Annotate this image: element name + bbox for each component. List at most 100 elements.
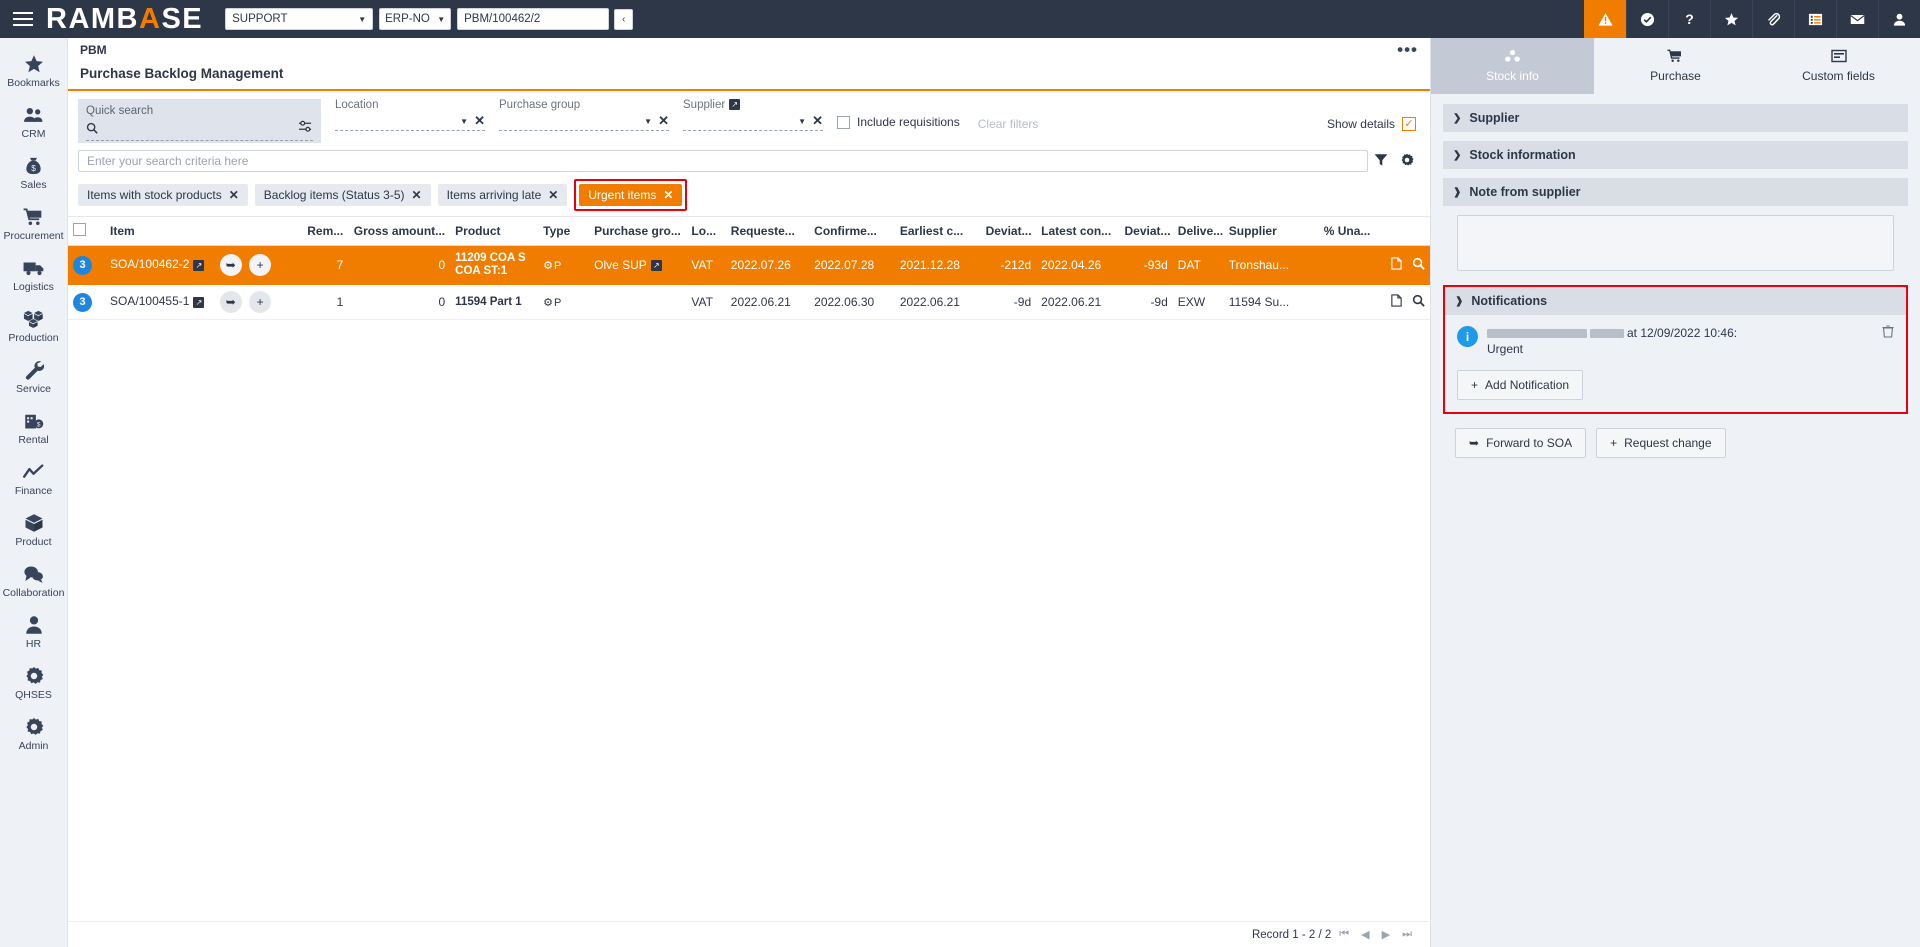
sidebar-item-admin[interactable]: Admin [0, 709, 67, 760]
row-purchase-group-cell[interactable]: Olve SUP↗ [589, 246, 686, 285]
row-product-cell[interactable]: 11209 COA S COA ST:1 [450, 246, 538, 285]
sidebar-item-bookmarks[interactable]: Bookmarks [0, 46, 67, 97]
request-change-button[interactable]: + Request change [1596, 428, 1725, 458]
table-row[interactable]: 3 SOA/100455-1↗ ➥ + 1 0 11594 Part 1 [68, 285, 1430, 320]
col-remaining[interactable]: Rem... [300, 217, 349, 246]
row-item-cell[interactable]: SOA/100455-1 ↗ ➥ + [105, 285, 300, 320]
open-external-icon[interactable]: ↗ [193, 260, 204, 271]
sidebar-item-service[interactable]: Service [0, 352, 67, 403]
close-icon[interactable]: ✕ [548, 188, 558, 202]
col-deviation-2[interactable]: Deviat... [1120, 217, 1173, 246]
col-percent-unavailable[interactable]: % Una... [1319, 217, 1430, 246]
breadcrumb[interactable]: PBM [80, 43, 107, 57]
alert-icon[interactable] [1584, 0, 1626, 38]
item-link[interactable]: SOA/100455-1 [110, 294, 189, 308]
chevron-down-icon[interactable]: ▼ [460, 117, 468, 126]
sidebar-item-finance[interactable]: Finance [0, 454, 67, 505]
col-delivery-terms[interactable]: Delive... [1173, 217, 1224, 246]
search-settings-icon[interactable] [298, 120, 313, 138]
col-supplier[interactable]: Supplier [1224, 217, 1319, 246]
hamburger-menu-icon[interactable] [0, 0, 46, 38]
col-item[interactable]: Item [105, 217, 300, 246]
col-latest-confirmed[interactable]: Latest con... [1036, 217, 1119, 246]
row-item-cell[interactable]: SOA/100462-2 ↗ ➥ + [105, 246, 300, 285]
show-details-toggle[interactable]: Show details ✓ [1327, 117, 1416, 131]
last-page-button[interactable]: ⏭ [1398, 928, 1416, 941]
supplier-filter[interactable]: Supplier↗ ▼ ✕ [683, 99, 823, 131]
col-purchase-group[interactable]: Purchase gro... [589, 217, 686, 246]
previous-page-button[interactable]: ◀ [1357, 928, 1373, 941]
tab-custom-fields[interactable]: Custom fields [1757, 38, 1920, 94]
sidebar-item-crm[interactable]: CRM [0, 97, 67, 148]
col-deviation-1[interactable]: Deviat... [981, 217, 1037, 246]
favorites-star-icon[interactable] [1710, 0, 1752, 38]
sidebar-item-logistics[interactable]: Logistics [0, 250, 67, 301]
document-number-input[interactable]: PBM/100462/2 [457, 8, 609, 30]
col-location[interactable]: Lo... [686, 217, 725, 246]
attachment-icon[interactable] [1752, 0, 1794, 38]
open-external-icon[interactable]: ↗ [729, 99, 740, 110]
forward-to-soa-button[interactable]: ➥ Forward to SOA [1455, 428, 1586, 458]
section-notifications[interactable]: ❱ Notifications [1445, 287, 1906, 315]
next-page-button[interactable]: ▶ [1378, 928, 1394, 941]
item-link[interactable]: SOA/100462-2 [110, 257, 189, 271]
tab-stock-info[interactable]: Stock info [1431, 38, 1594, 94]
filter-chip-items-arriving-late[interactable]: Items arriving late ✕ [438, 184, 568, 206]
clear-purchase-group-icon[interactable]: ✕ [658, 113, 669, 129]
more-options-icon[interactable]: ••• [1397, 45, 1418, 55]
add-row-button[interactable]: + [249, 291, 271, 313]
col-earliest-confirmed[interactable]: Earliest c... [895, 217, 981, 246]
col-confirmed[interactable]: Confirme... [809, 217, 895, 246]
section-note-from-supplier[interactable]: ❱ Note from supplier [1443, 178, 1908, 206]
forward-row-button[interactable]: ➥ [220, 254, 242, 276]
first-page-button[interactable]: ⏮ [1335, 928, 1353, 941]
document-icon[interactable] [1390, 294, 1403, 310]
document-icon[interactable] [1390, 257, 1403, 273]
checkbox-box[interactable] [837, 116, 850, 129]
funnel-icon[interactable] [1368, 153, 1394, 170]
approval-badge-icon[interactable] [1626, 0, 1668, 38]
sidebar-item-product[interactable]: Product [0, 505, 67, 556]
show-details-checkbox[interactable]: ✓ [1402, 117, 1416, 131]
col-product[interactable]: Product [450, 217, 538, 246]
col-gross-amount[interactable]: Gross amount... [348, 217, 450, 246]
trash-icon[interactable] [1882, 325, 1894, 341]
row-product-cell[interactable]: 11594 Part 1 [450, 285, 538, 320]
forward-row-button[interactable]: ➥ [220, 291, 242, 313]
gear-icon[interactable] [1394, 153, 1420, 170]
section-stock-information[interactable]: ❯ Stock information [1443, 141, 1908, 169]
add-notification-button[interactable]: + Add Notification [1457, 370, 1583, 400]
sidebar-item-production[interactable]: Production [0, 301, 67, 352]
quick-search-field[interactable]: Quick search [78, 99, 321, 143]
system-select[interactable]: ERP-NO ▼ [379, 8, 451, 30]
include-requisitions-checkbox[interactable]: Include requisitions [837, 115, 960, 129]
sidebar-item-qhses[interactable]: QHSES [0, 658, 67, 709]
open-external-icon[interactable]: ↗ [193, 297, 204, 308]
help-icon[interactable]: ? [1668, 0, 1710, 38]
close-icon[interactable]: ✕ [229, 188, 239, 202]
search-input[interactable]: Enter your search criteria here [78, 150, 1368, 172]
sidebar-item-sales[interactable]: $ Sales [0, 148, 67, 199]
purchase-group-filter[interactable]: Purchase group ▼ ✕ [499, 99, 669, 131]
filter-chip-backlog-items[interactable]: Backlog items (Status 3-5) ✕ [255, 184, 431, 206]
close-icon[interactable]: ✕ [412, 188, 422, 202]
tab-purchase[interactable]: Purchase [1594, 38, 1757, 94]
add-row-button[interactable]: + [249, 254, 271, 276]
clear-filters-button[interactable]: Clear filters [978, 117, 1039, 131]
clear-supplier-icon[interactable]: ✕ [812, 113, 823, 129]
col-type[interactable]: Type [538, 217, 589, 246]
section-supplier[interactable]: ❯ Supplier [1443, 104, 1908, 132]
open-external-icon[interactable]: ↗ [651, 260, 662, 271]
sidebar-item-collaboration[interactable]: Collaboration [0, 556, 67, 607]
col-requested[interactable]: Requeste... [726, 217, 809, 246]
chevron-down-icon[interactable]: ▼ [798, 117, 806, 126]
messages-envelope-icon[interactable] [1836, 0, 1878, 38]
filter-chip-items-with-stock-products[interactable]: Items with stock products ✕ [78, 184, 248, 206]
sidebar-item-hr[interactable]: HR [0, 607, 67, 658]
sidebar-item-rental[interactable]: $ Rental [0, 403, 67, 454]
location-filter[interactable]: Location ▼ ✕ [335, 99, 485, 131]
collapse-button[interactable]: ‹ [614, 9, 633, 30]
select-all-checkbox[interactable] [73, 223, 86, 236]
search-icon[interactable] [1412, 294, 1425, 310]
tasks-list-icon[interactable] [1794, 0, 1836, 38]
